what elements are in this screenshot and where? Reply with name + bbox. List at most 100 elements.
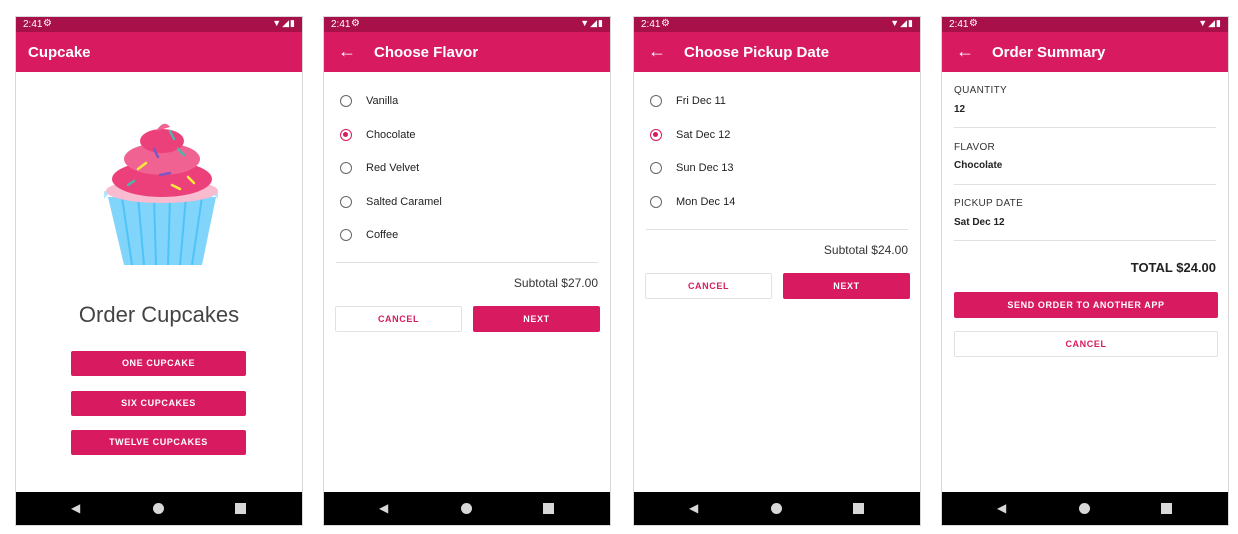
status-time: 2:41 [23,19,43,30]
battery-icon: ▮ [598,18,604,28]
flavor-label: FLAVOR [954,142,996,153]
radio-label: Red Velvet [366,162,420,174]
signal-icon: ◢ [590,18,599,28]
app-bar: Cupcake [16,32,302,72]
quantity-value: 12 [954,104,966,115]
nav-back-icon[interactable]: ◀ [71,501,80,515]
radio-label: Coffee [366,229,399,241]
next-button[interactable]: NEXT [783,273,910,299]
nav-back-icon[interactable]: ◀ [689,501,698,515]
status-bar: 2:41 ⚙ ▼◢▮ [324,17,610,32]
radio-label: Chocolate [366,129,416,141]
system-icons: ▼◢▮ [580,18,604,29]
radio-button[interactable] [340,229,352,241]
app-title: Order Summary [992,44,1106,61]
nav-recents-icon[interactable] [853,503,864,514]
status-bar: 2:41 ⚙ ▼◢▮ [16,17,302,32]
phone-screen-flavor: 2:41 ⚙ ▼◢▮ ← Choose Flavor Vanilla Choco… [323,16,611,526]
battery-icon: ▮ [1216,18,1222,28]
twelve-cupcakes-button[interactable]: TWELVE CUPCAKES [71,430,246,455]
status-time: 2:41 [331,19,351,30]
wifi-icon: ▼ [272,18,283,28]
status-time: 2:41 [949,19,969,30]
send-order-button[interactable]: SEND ORDER TO ANOTHER APP [954,292,1218,318]
pickup-date-label: PICKUP DATE [954,198,1024,209]
app-bar: ← Order Summary [942,32,1228,72]
radio-button-selected[interactable] [340,129,352,141]
radio-button[interactable] [340,95,352,107]
radio-label: Sun Dec 13 [676,162,734,174]
radio-label: Fri Dec 11 [676,95,726,107]
next-button[interactable]: NEXT [473,306,600,332]
status-bar: 2:41 ⚙ ▼◢▮ [634,17,920,32]
wifi-icon: ▼ [580,18,591,28]
back-arrow-icon[interactable]: ← [648,41,666,62]
signal-icon: ◢ [282,18,291,28]
settings-icon: ⚙ [351,18,360,29]
nav-recents-icon[interactable] [1161,503,1172,514]
radio-button-selected[interactable] [650,129,662,141]
wifi-icon: ▼ [1198,18,1209,28]
app-bar: ← Choose Pickup Date [634,32,920,72]
settings-icon: ⚙ [969,18,978,29]
signal-icon: ◢ [900,18,909,28]
wifi-icon: ▼ [890,18,901,28]
app-title: Choose Pickup Date [684,44,830,61]
back-arrow-icon[interactable]: ← [338,41,356,62]
quantity-label: QUANTITY [954,85,1007,96]
radio-label: Salted Caramel [366,196,442,208]
radio-label: Mon Dec 14 [676,196,736,208]
flavor-value: Chocolate [954,160,1003,171]
settings-icon: ⚙ [43,18,52,29]
six-cupcakes-button[interactable]: SIX CUPCAKES [71,391,246,416]
status-time: 2:41 [641,19,661,30]
app-title: Choose Flavor [374,44,479,61]
cupcake-illustration [104,123,218,266]
radio-button[interactable] [340,162,352,174]
divider [954,184,1216,185]
radio-label: Vanilla [366,95,399,107]
battery-icon: ▮ [290,18,296,28]
nav-home-icon[interactable] [1079,503,1090,514]
settings-icon: ⚙ [661,18,670,29]
divider [954,127,1216,128]
subtotal-text: Subtotal $24.00 [823,243,908,257]
nav-home-icon[interactable] [153,503,164,514]
radio-button[interactable] [650,95,662,107]
radio-button[interactable] [650,196,662,208]
nav-home-icon[interactable] [461,503,472,514]
divider [646,229,908,230]
nav-back-icon[interactable]: ◀ [997,501,1006,515]
nav-back-icon[interactable]: ◀ [379,501,388,515]
signal-icon: ◢ [1208,18,1217,28]
system-nav-bar: ◀ [324,492,610,525]
total-text: TOTAL $24.00 [1130,260,1216,275]
radio-button[interactable] [340,196,352,208]
system-icons: ▼◢▮ [890,18,914,29]
pickup-date-value: Sat Dec 12 [954,217,1005,228]
divider [954,240,1216,241]
divider [336,262,598,263]
nav-recents-icon[interactable] [235,503,246,514]
phone-screen-summary: 2:41 ⚙ ▼◢▮ ← Order Summary QUANTITY 12 F… [941,16,1229,526]
nav-home-icon[interactable] [771,503,782,514]
cancel-button[interactable]: CANCEL [954,331,1218,357]
order-heading: Order Cupcakes [78,302,240,327]
app-title: Cupcake [28,44,91,61]
subtotal-text: Subtotal $27.00 [513,276,598,290]
cancel-button[interactable]: CANCEL [645,273,772,299]
system-icons: ▼◢▮ [1198,18,1222,29]
system-icons: ▼◢▮ [272,18,296,29]
one-cupcake-button[interactable]: ONE CUPCAKE [71,351,246,376]
nav-recents-icon[interactable] [543,503,554,514]
back-arrow-icon[interactable]: ← [956,41,974,62]
system-nav-bar: ◀ [634,492,920,525]
phone-screen-start: 2:41 ⚙ ▼◢▮ Cupcake Order Cupcakes ONE CU… [15,16,303,526]
system-nav-bar: ◀ [16,492,302,525]
radio-button[interactable] [650,162,662,174]
cancel-button[interactable]: CANCEL [335,306,462,332]
battery-icon: ▮ [908,18,914,28]
radio-label: Sat Dec 12 [676,129,731,141]
status-bar: 2:41 ⚙ ▼◢▮ [942,17,1228,32]
phone-screen-pickup: 2:41 ⚙ ▼◢▮ ← Choose Pickup Date Fri Dec … [633,16,921,526]
